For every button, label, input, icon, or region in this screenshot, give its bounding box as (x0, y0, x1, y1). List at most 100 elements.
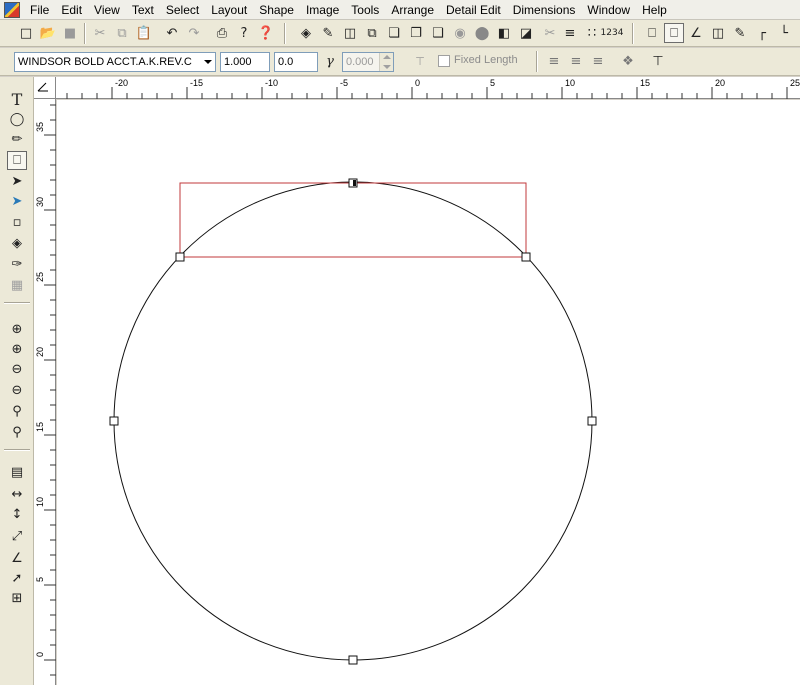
corner-trim-icon[interactable]: └ (774, 23, 794, 43)
menu-image[interactable]: Image (300, 0, 345, 20)
menu-window[interactable]: Window (581, 0, 636, 20)
node-tools-icon[interactable]: ◫ (340, 23, 360, 43)
slice-icon[interactable]: ✂ (540, 23, 560, 43)
length-input[interactable]: 0.000 (342, 52, 394, 72)
node-handle-left[interactable] (109, 416, 119, 426)
copy-icon[interactable]: ⧉ (112, 23, 132, 43)
page-tool-icon[interactable]: ▫ (7, 213, 27, 232)
align-center-icon[interactable]: ≡ (566, 51, 586, 71)
node-handle-right[interactable] (587, 416, 597, 426)
zoom-out-minus-icon[interactable]: ⊖ (7, 381, 27, 400)
save-icon[interactable]: ■ (60, 23, 80, 43)
group-icon[interactable]: ❏ (384, 23, 404, 43)
align-right-icon[interactable]: ≡ (588, 51, 608, 71)
fill-bucket-icon[interactable]: ◈ (7, 234, 27, 253)
menu-view[interactable]: View (88, 0, 126, 20)
redo-icon[interactable]: ↷ (184, 23, 204, 43)
fixed-length-checkbox[interactable] (438, 55, 450, 67)
align-icon[interactable]: ≡ (560, 23, 580, 43)
context-help-icon[interactable]: ❓ (256, 23, 276, 43)
circle-shape[interactable] (113, 181, 593, 661)
fill-icon[interactable]: ◈ (296, 23, 316, 43)
menu-arrange[interactable]: Arrange (385, 0, 440, 20)
zoom-fit-icon[interactable]: ⚲ (7, 402, 27, 421)
ruler-origin-corner[interactable] (34, 77, 56, 99)
leader-dimension-icon[interactable]: ➚ (7, 569, 27, 588)
menu-select[interactable]: Select (160, 0, 205, 20)
slant-input[interactable]: 0.0 (274, 52, 318, 72)
ellipse-tool-icon[interactable]: ◯ (7, 110, 27, 129)
node-handle-bottom[interactable] (348, 655, 358, 665)
select-arrow-icon[interactable]: ➤ (7, 172, 27, 191)
menu-file[interactable]: File (24, 0, 55, 20)
font-name-dropdown[interactable]: WINDSOR BOLD ACCT.A.K.REV.C (14, 52, 216, 72)
menu-text[interactable]: Text (126, 0, 160, 20)
align-left-icon[interactable]: ≡ (544, 51, 564, 71)
print-icon[interactable]: ⎙ (212, 23, 232, 43)
node-edit-selected-icon[interactable]: ⎕ (664, 23, 684, 43)
pattern-icon[interactable]: ▦ (7, 276, 27, 295)
new-file-icon[interactable]: □ (16, 23, 36, 43)
drawing-surface[interactable] (57, 100, 800, 685)
horizontal-dimension-icon[interactable]: ↔ (7, 485, 27, 504)
line-tool-icon[interactable]: ∠ (686, 23, 706, 43)
menu-layout[interactable]: Layout (205, 0, 253, 20)
ruler-label: 35 (35, 122, 45, 132)
distribute-icon[interactable]: ∷ (582, 23, 602, 43)
eyedropper-icon[interactable]: ✑ (7, 255, 27, 274)
node-handle-upper-left[interactable] (175, 252, 185, 262)
zoom-in-icon[interactable]: ⊕ (7, 320, 27, 339)
selection-rectangle[interactable] (179, 182, 527, 258)
undo-icon[interactable]: ↶ (162, 23, 182, 43)
corner-icon[interactable]: ┌ (752, 23, 772, 43)
crop-icon[interactable]: ⊞ (7, 589, 27, 608)
circle-gray-icon[interactable]: ◉ (450, 23, 470, 43)
pencil-tool-icon[interactable]: ✏ (7, 130, 27, 149)
number-sequence-icon[interactable]: 1234 (601, 23, 624, 43)
kerning-icon[interactable]: ⊤ (648, 51, 668, 71)
mirror-icon[interactable]: ◧ (494, 23, 514, 43)
help-icon[interactable]: ? (234, 23, 254, 43)
vertical-ruler[interactable]: 35 30 25 20 15 10 5 0 (34, 99, 56, 685)
menu-dimensions[interactable]: Dimensions (507, 0, 582, 20)
menu-tools[interactable]: Tools (345, 0, 385, 20)
paste-icon[interactable]: 📋 (134, 23, 154, 43)
node-edit-tool-icon[interactable]: ⎕ (7, 151, 27, 170)
node-handle-upper-right[interactable] (521, 252, 531, 262)
weld-icon[interactable]: ⧉ (362, 23, 382, 43)
zoom-all-icon[interactable]: ⚲ (7, 423, 27, 442)
scale-input[interactable]: 1.000 (220, 52, 270, 72)
text-effect-icon[interactable]: ❖ (618, 51, 638, 71)
text-fit-icon[interactable]: ⊤ (410, 51, 430, 71)
brush-icon[interactable]: ✎ (730, 23, 750, 43)
open-folder-icon[interactable]: 📂 (38, 23, 58, 43)
vertical-dimension-icon[interactable]: ↕ (7, 505, 27, 524)
menu-edit[interactable]: Edit (55, 0, 88, 20)
zoom-out-icon[interactable]: ⊖ (7, 360, 27, 379)
node-select-arrow-icon[interactable]: ➤ (7, 192, 27, 211)
length-value: 0.000 (346, 56, 374, 68)
circle-dark-icon[interactable]: ⬤ (472, 23, 492, 43)
drawing-canvas[interactable] (57, 100, 800, 685)
page-layout-icon[interactable]: ▤ (7, 463, 27, 482)
menu-shape[interactable]: Shape (253, 0, 300, 20)
combine-icon[interactable]: ❑ (428, 23, 448, 43)
text-tool-icon[interactable]: T (7, 90, 27, 109)
horizontal-ruler[interactable]: -20 -15 -10 -5 0 5 10 15 20 25 (56, 77, 800, 99)
node-edit-icon[interactable]: ⎕ (642, 23, 662, 43)
car-shape-icon[interactable]: ◫ (708, 23, 728, 43)
flip-icon[interactable]: ◪ (516, 23, 536, 43)
menu-help[interactable]: Help (636, 0, 673, 20)
slant-icon[interactable]: γ (320, 51, 340, 71)
angle-dimension-icon[interactable]: ∠ (7, 549, 27, 568)
cut-icon[interactable]: ✂ (90, 23, 110, 43)
spinner-arrows-icon[interactable] (379, 53, 393, 71)
text-toolbar: WINDSOR BOLD ACCT.A.K.REV.C 1.000 0.0 γ … (0, 48, 800, 76)
zoom-in-plus-icon[interactable]: ⊕ (7, 340, 27, 359)
pen-node-icon[interactable]: ✎ (318, 23, 338, 43)
menu-detail-edit[interactable]: Detail Edit (440, 0, 507, 20)
angled-dimension-icon[interactable]: ⤢ (7, 527, 27, 546)
font-name-value: WINDSOR BOLD ACCT.A.K.REV.C (18, 56, 192, 68)
ungroup-icon[interactable]: ❐ (406, 23, 426, 43)
node-handle-top-fill (353, 180, 356, 186)
